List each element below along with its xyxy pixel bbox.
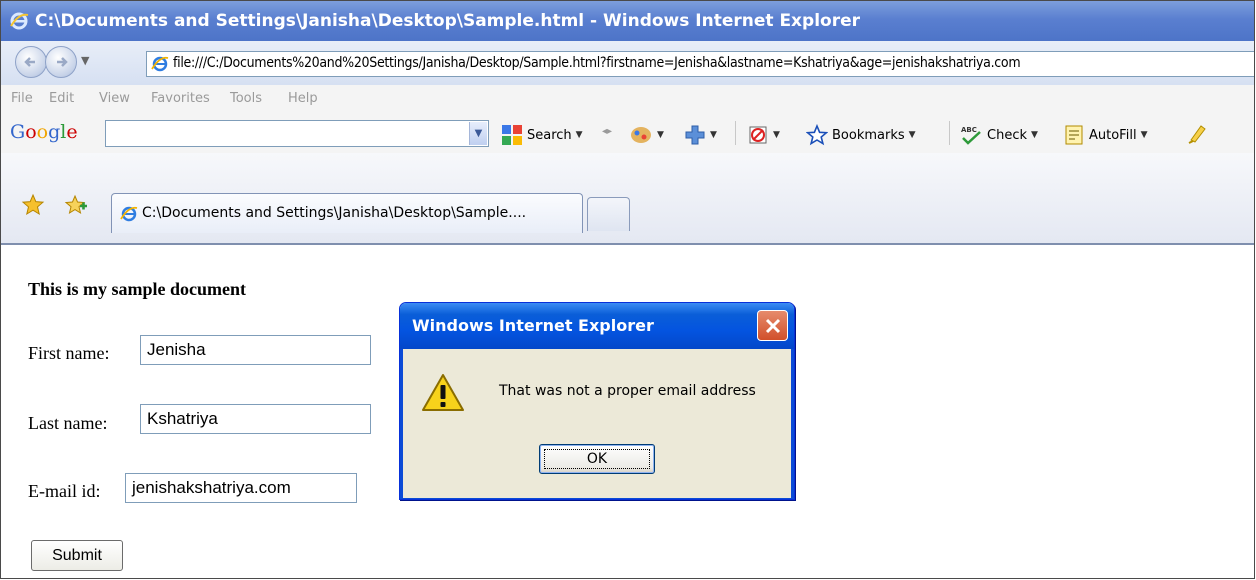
alert-dialog: Windows Internet Explorer That was not a… bbox=[399, 302, 795, 500]
new-tab-button[interactable] bbox=[587, 197, 630, 231]
forward-button[interactable] bbox=[45, 46, 77, 78]
address-toolbar: ▼ file:///C:/Documents%20and%20Settings/… bbox=[1, 41, 1254, 86]
popup-blocker-button[interactable]: ▼ bbox=[629, 124, 664, 146]
popup-caret-icon: ▼ bbox=[657, 130, 664, 140]
autofill-caret-icon: ▼ bbox=[1140, 130, 1148, 140]
warning-icon bbox=[421, 373, 465, 417]
search-menu-caret-icon: ▼ bbox=[575, 130, 583, 140]
tab-sample-html[interactable]: C:\Documents and Settings\Janisha\Deskto… bbox=[111, 193, 583, 233]
menu-file[interactable]: File bbox=[11, 91, 33, 106]
back-arrow-icon bbox=[24, 57, 35, 67]
dialog-title: Windows Internet Explorer bbox=[412, 316, 654, 335]
add-button[interactable]: ▼ bbox=[684, 124, 717, 146]
menu-bar: File Edit View Favorites Tools Help bbox=[1, 85, 1254, 113]
bookmarks-caret-icon: ▼ bbox=[908, 130, 916, 140]
pagerank-caret-icon: ▼ bbox=[773, 130, 780, 140]
bookmark-star-icon bbox=[806, 124, 828, 146]
autofill-button[interactable]: AutoFill ▼ bbox=[1063, 124, 1147, 146]
submit-button[interactable]: Submit bbox=[31, 540, 123, 571]
add-caret-icon: ▼ bbox=[710, 130, 717, 140]
plus-icon bbox=[685, 125, 705, 145]
tab-bar: C:\Documents and Settings\Janisha\Deskto… bbox=[1, 153, 1254, 245]
add-favorites-icon[interactable] bbox=[63, 193, 87, 221]
menu-view[interactable]: View bbox=[99, 91, 130, 106]
document-heading: This is my sample document bbox=[28, 279, 247, 299]
dialog-message: That was not a proper email address bbox=[499, 383, 756, 399]
ok-button[interactable]: OK bbox=[539, 444, 655, 474]
toolbar-divider bbox=[949, 121, 950, 145]
dialog-title-bar: Windows Internet Explorer bbox=[400, 303, 794, 349]
google-search-label: Search bbox=[527, 127, 572, 143]
close-icon bbox=[765, 318, 781, 334]
tab-ie-icon bbox=[120, 205, 138, 227]
window-title: C:\Documents and Settings\Janisha\Deskto… bbox=[35, 11, 860, 31]
tab-label: C:\Documents and Settings\Janisha\Deskto… bbox=[142, 205, 527, 221]
spellcheck-icon: ABC bbox=[961, 126, 981, 145]
bookmarks-button[interactable]: Bookmarks ▼ bbox=[806, 124, 916, 146]
email-label: E-mail id: bbox=[28, 481, 101, 501]
dialog-close-button[interactable] bbox=[757, 310, 788, 341]
last-name-label: Last name: bbox=[28, 413, 108, 433]
first-name-label: First name: bbox=[28, 343, 110, 363]
svg-text:ABC: ABC bbox=[961, 126, 977, 134]
toolbar-divider bbox=[735, 121, 736, 145]
email-input[interactable]: jenishakshatriya.com bbox=[125, 473, 357, 503]
google-toolbar: Google ▼ Search ▼ ◂▸ ▼ ▼ ▼ Bookmarks ▼ A… bbox=[1, 113, 1254, 154]
google-search-input[interactable]: ▼ bbox=[105, 120, 489, 147]
spell-check-button[interactable]: ABC Check ▼ bbox=[959, 124, 1038, 146]
menu-tools[interactable]: Tools bbox=[230, 91, 262, 106]
menu-help[interactable]: Help bbox=[288, 91, 318, 106]
bookmarks-label: Bookmarks bbox=[832, 127, 905, 143]
search-dropdown-icon[interactable]: ▼ bbox=[469, 122, 487, 145]
ie-logo-icon bbox=[9, 11, 29, 35]
more-arrows-icon[interactable]: ◂▸ bbox=[602, 126, 612, 137]
dialog-body: That was not a proper email address OK bbox=[400, 349, 794, 499]
highlighter-icon[interactable] bbox=[1187, 122, 1209, 148]
menu-favorites[interactable]: Favorites bbox=[151, 91, 210, 106]
google-search-button[interactable]: Search ▼ bbox=[501, 124, 583, 146]
check-label: Check bbox=[987, 127, 1027, 143]
google-logo: Google bbox=[10, 121, 78, 143]
check-caret-icon: ▼ bbox=[1031, 130, 1038, 140]
menu-edit[interactable]: Edit bbox=[49, 91, 74, 106]
history-dropdown-icon[interactable]: ▼ bbox=[81, 54, 89, 67]
forward-arrow-icon bbox=[57, 57, 68, 67]
google-search-icon bbox=[502, 125, 522, 145]
address-url: file:///C:/Documents%20and%20Settings/Ja… bbox=[173, 55, 1021, 71]
popup-blocker-icon bbox=[631, 127, 651, 143]
back-button[interactable] bbox=[15, 46, 47, 78]
focus-ring bbox=[544, 449, 650, 469]
title-bar: C:\Documents and Settings\Janisha\Deskto… bbox=[1, 1, 1254, 41]
page-ie-icon bbox=[151, 55, 169, 77]
last-name-input[interactable]: Kshatriya bbox=[140, 404, 371, 434]
blocked-page-icon bbox=[749, 126, 767, 144]
autofill-icon bbox=[1065, 125, 1083, 145]
address-input[interactable]: file:///C:/Documents%20and%20Settings/Ja… bbox=[146, 51, 1254, 77]
pagerank-button[interactable]: ▼ bbox=[747, 124, 780, 146]
favorites-star-icon[interactable] bbox=[21, 193, 45, 221]
browser-window: C:\Documents and Settings\Janisha\Deskto… bbox=[0, 0, 1255, 579]
first-name-input[interactable]: Jenisha bbox=[140, 335, 371, 365]
autofill-label: AutoFill bbox=[1089, 127, 1137, 143]
